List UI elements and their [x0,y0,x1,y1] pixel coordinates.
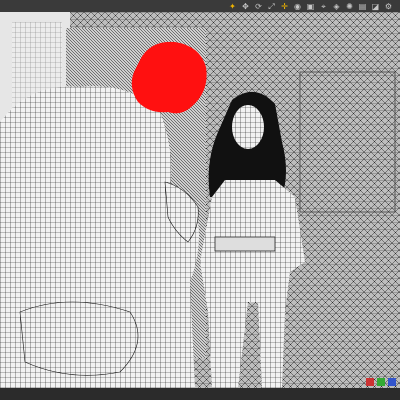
select-icon[interactable]: ✦ [227,1,238,12]
axis-z-icon [388,378,396,386]
light-icon[interactable]: ✺ [344,1,355,12]
status-bar [0,388,400,400]
viewport-scene[interactable] [0,12,400,388]
move-icon[interactable]: ✥ [240,1,251,12]
window-mesh [299,71,396,213]
daz-studio-window: ✦ ✥ ⟳ ⤢ ✛ ◉ ▣ ⌖ ◈ ✺ ▤ ◪ ⚙ [0,0,400,400]
axis-x-icon [366,378,374,386]
rotate-icon[interactable]: ⟳ [253,1,264,12]
axis-y-icon [377,378,385,386]
node-weight-icon[interactable]: ◉ [292,1,303,12]
axis-indicator [366,378,396,386]
3d-viewport[interactable] [0,12,400,388]
render-icon[interactable]: ▤ [357,1,368,12]
scale-icon[interactable]: ⤢ [266,1,277,12]
perspective-icon[interactable]: ◪ [370,1,381,12]
settings-icon[interactable]: ⚙ [383,1,394,12]
joint-editor-icon[interactable]: ⌖ [318,1,329,12]
tool-strip: ✦ ✥ ⟳ ⤢ ✛ ◉ ▣ ⌖ ◈ ✺ ▤ ◪ ⚙ [227,0,394,12]
camera-icon[interactable]: ◈ [331,1,342,12]
universal-tool-icon[interactable]: ✛ [279,1,290,12]
surface-selection-icon[interactable]: ▣ [305,1,316,12]
